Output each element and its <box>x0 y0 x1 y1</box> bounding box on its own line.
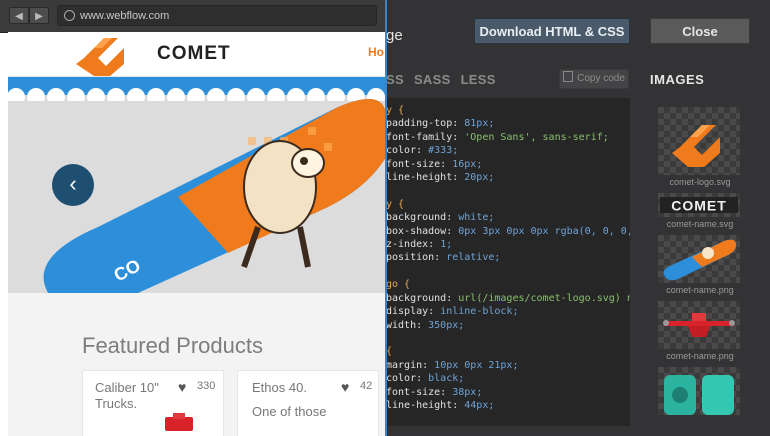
code-line: background: white; <box>386 212 495 224</box>
code-line: box-shadow: 0px 3px 0px 0px rgba(0, 0, 0… <box>386 225 630 237</box>
url-text: www.webflow.com <box>80 10 170 22</box>
image-thumb-trucks[interactable] <box>658 301 740 349</box>
export-panel: ge Download HTML & CSS Close SS SASS LES… <box>386 0 770 436</box>
image-thumb-comet-logo[interactable] <box>658 107 740 175</box>
back-arrow-icon: ◀ <box>15 11 23 22</box>
product-name-line: Trucks. <box>95 396 138 411</box>
code-line: padding-top: 81px; <box>386 118 495 130</box>
copy-code-button[interactable]: Copy code <box>559 69 629 89</box>
site-header: COMET Ho <box>8 32 386 77</box>
code-line: go { <box>386 279 411 291</box>
tab-sass[interactable]: SASS <box>414 72 451 87</box>
image-caption: comet-name.svg <box>666 219 734 229</box>
copy-code-label: Copy code <box>577 73 625 84</box>
wheels-icon <box>664 375 734 415</box>
browser-toolbar: ◀ ▶ www.webflow.com <box>0 0 386 33</box>
image-caption: comet-name.png <box>666 285 734 295</box>
code-line: { <box>386 346 393 358</box>
brand-name: COMET <box>157 43 231 64</box>
product-name-line: Caliber 10" <box>95 380 159 395</box>
code-line: font-size: 16px; <box>386 158 483 170</box>
code-line: position: relative; <box>386 252 501 264</box>
code-line: background: url(/images/comet-logo.svg) … <box>386 292 630 304</box>
nav-home-link[interactable]: Ho <box>368 45 384 59</box>
code-line: line-height: 20px; <box>386 172 495 184</box>
code-line: font-family: 'Open Sans', sans-serif; <box>386 131 609 143</box>
tab-less[interactable]: LESS <box>461 72 496 87</box>
image-thumb-board[interactable] <box>658 235 740 283</box>
image-caption: comet-name.png <box>666 351 734 361</box>
images-heading: IMAGES <box>650 72 705 87</box>
code-line: y { <box>386 105 405 116</box>
comet-wordmark-icon: COMET <box>660 197 738 214</box>
image-thumb-comet-name-svg[interactable]: COMET <box>658 193 740 217</box>
product-description: One of those <box>252 404 327 419</box>
product-card[interactable]: Caliber 10" Trucks. ♥ 330 <box>82 370 224 436</box>
code-line: line-height: 44px; <box>386 399 495 411</box>
split-divider-handle[interactable] <box>385 0 387 436</box>
forward-button[interactable]: ▶ <box>29 7 49 24</box>
copy-icon <box>563 71 574 82</box>
product-name: Ethos 40. One of those <box>252 380 326 420</box>
image-thumb-wheels[interactable] <box>658 367 740 415</box>
code-line: font-size: 38px; <box>386 386 483 398</box>
svg-text:COMET: COMET <box>671 198 727 214</box>
panel-title: ge <box>386 27 403 44</box>
product-card[interactable]: Ethos 40. One of those ♥ 42 <box>237 370 379 436</box>
like-count: 42 <box>360 380 373 392</box>
code-line: color: #333; <box>386 145 459 157</box>
code-view[interactable]: y { padding-top: 81px; font-family: 'Open … <box>386 98 630 426</box>
globe-icon <box>64 10 75 21</box>
product-name-line: Ethos 40. <box>252 380 307 395</box>
comet-logo-icon[interactable] <box>74 34 150 76</box>
hero-slider: CO ‹ <box>8 77 386 293</box>
heart-icon[interactable]: ♥ <box>178 379 186 395</box>
download-html-css-button[interactable]: Download HTML & CSS <box>474 18 630 44</box>
forward-arrow-icon: ▶ <box>35 11 43 22</box>
code-text: y { padding-top: 81px; font-family: 'Open … <box>386 98 630 412</box>
skateboard-icon <box>663 239 736 281</box>
like-count: 330 <box>197 380 216 392</box>
code-line: margin: 10px 0px 21px; <box>386 359 519 371</box>
code-line: y { <box>386 198 405 210</box>
image-thumbnails: comet-logo.svg COMET comet-name.svg come… <box>658 107 742 415</box>
close-button[interactable]: Close <box>650 18 750 44</box>
heart-icon[interactable]: ♥ <box>341 379 349 395</box>
truck-icon <box>663 313 735 337</box>
code-line: color: black; <box>386 373 465 385</box>
code-line: width: 350px; <box>386 319 465 331</box>
hero-prev-arrow-button[interactable]: ‹ <box>52 164 94 206</box>
product-name: Caliber 10" Trucks. <box>95 380 159 412</box>
truck-product-icon <box>165 413 193 431</box>
language-tabs: SS SASS LESS <box>386 72 496 87</box>
image-caption: comet-logo.svg <box>669 177 731 187</box>
featured-products-heading: Featured Products <box>82 333 263 358</box>
comet-logo-icon <box>672 125 720 167</box>
back-button[interactable]: ◀ <box>9 7 29 24</box>
tab-css[interactable]: SS <box>386 72 404 87</box>
code-line: display: inline-block; <box>386 306 519 318</box>
code-line: z-index: 1; <box>386 239 453 251</box>
browser-preview: ◀ ▶ www.webflow.com COMET Ho CO ‹ Featur… <box>0 0 386 436</box>
address-bar[interactable]: www.webflow.com <box>57 5 377 26</box>
